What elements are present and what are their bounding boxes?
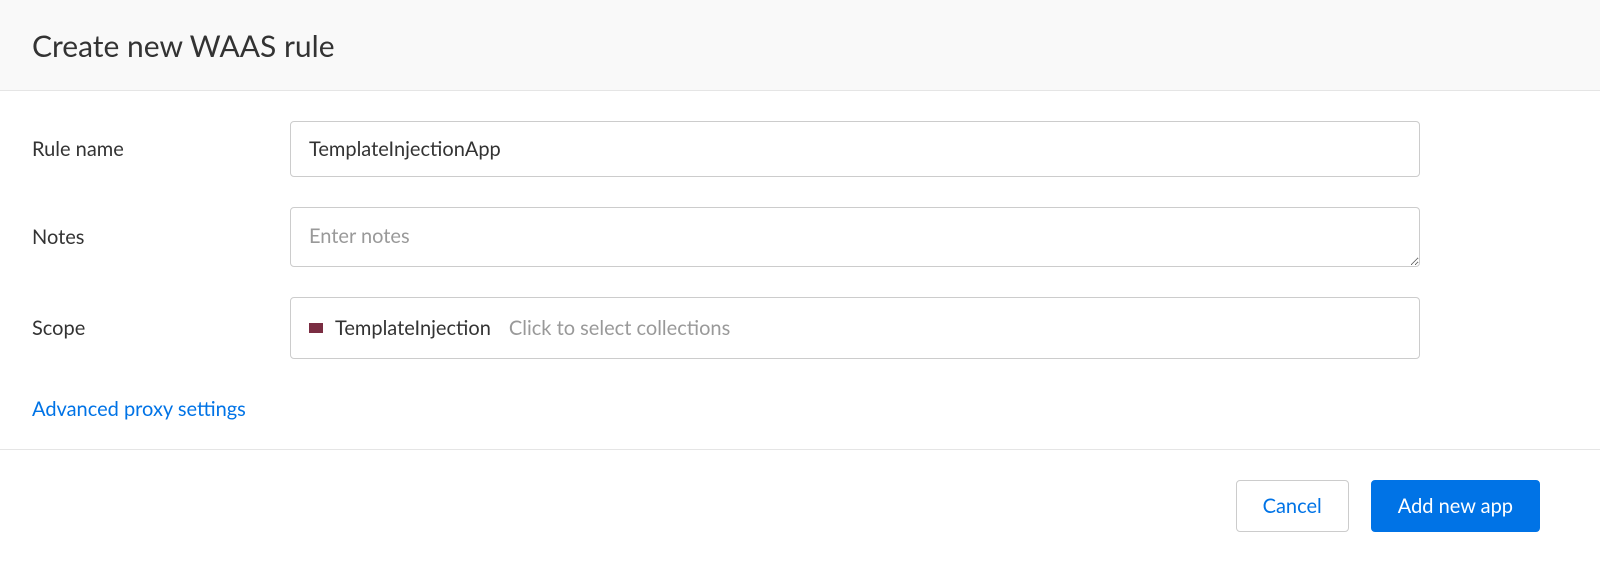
scope-row: Scope TemplateInjection Click to select …	[32, 297, 1568, 359]
notes-label: Notes	[32, 225, 290, 249]
scope-label: Scope	[32, 316, 290, 340]
scope-chip-label: TemplateInjection	[335, 316, 491, 340]
rule-name-row: Rule name	[32, 121, 1568, 177]
scope-placeholder: Click to select collections	[509, 316, 730, 340]
notes-input[interactable]	[290, 207, 1420, 267]
advanced-proxy-settings-link[interactable]: Advanced proxy settings	[32, 397, 246, 421]
page-title: Create new WAAS rule	[32, 28, 1568, 64]
scope-input[interactable]: TemplateInjection Click to select collec…	[290, 297, 1420, 359]
notes-row: Notes	[32, 207, 1568, 267]
rule-name-label: Rule name	[32, 137, 290, 161]
dialog-header: Create new WAAS rule	[0, 0, 1600, 91]
dialog-footer: Cancel Add new app	[0, 449, 1600, 562]
form-body: Rule name Notes Scope TemplateInjection …	[0, 91, 1600, 449]
cancel-button[interactable]: Cancel	[1236, 480, 1349, 532]
scope-chip-swatch	[309, 323, 323, 333]
add-new-app-button[interactable]: Add new app	[1371, 480, 1540, 532]
rule-name-input[interactable]	[290, 121, 1420, 177]
